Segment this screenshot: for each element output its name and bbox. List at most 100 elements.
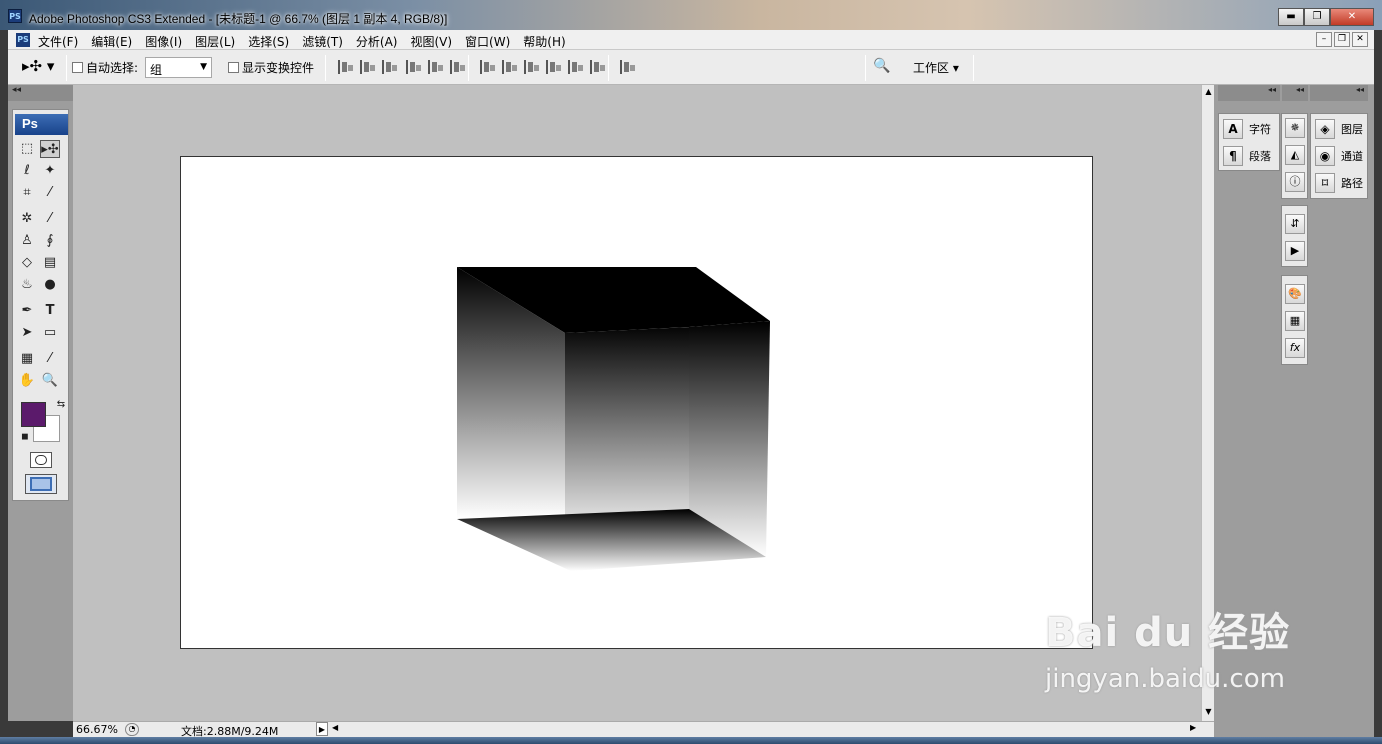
magic-wand-tool-icon[interactable]: ✦ [40,162,60,180]
zoom-level[interactable]: 66.67% [76,723,118,736]
align-top-icon[interactable] [338,60,354,74]
move-tool-preset-icon[interactable]: ▸✣ ▾ [22,57,54,75]
styles-fx-icon[interactable]: fx [1285,338,1305,358]
collapse-toolbox-icon[interactable]: ◂◂ [8,85,73,101]
document-icon[interactable]: PS [16,33,30,47]
distribute-right-icon[interactable] [590,60,606,74]
zoom-status-icon[interactable]: ◔ [125,723,139,736]
ps-badge[interactable]: Ps [15,114,68,135]
window-titlebar: PS Adobe Photoshop CS3 Extended - [未标题-1… [0,0,1382,30]
menu-image[interactable]: 图像(I) [145,33,182,50]
align-h-buttons [406,60,466,74]
navigator-icon[interactable]: ✵ [1285,118,1305,138]
auto-select-checkbox[interactable]: 自动选择: [72,59,138,76]
blur-tool-icon[interactable]: ♨ [17,276,37,294]
channels-icon: ◉ [1315,146,1335,166]
distribute-bottom-icon[interactable] [524,60,540,74]
auto-align-layers-icon[interactable] [620,60,636,74]
distribute-vcenter-icon[interactable] [502,60,518,74]
status-menu-arrow-icon[interactable]: ▶ [316,722,328,736]
menu-edit[interactable]: 编辑(E) [91,33,132,50]
minimize-button[interactable]: ▬ [1278,8,1304,26]
color-palette-icon[interactable]: 🎨 [1285,284,1305,304]
menu-window[interactable]: 窗口(W) [465,33,510,50]
scroll-left-icon[interactable]: ◀ [332,723,338,732]
show-transform-check-icon[interactable] [228,62,239,73]
screen-mode-icon[interactable] [25,474,57,494]
menu-layer[interactable]: 图层(L) [195,33,235,50]
canvas-area[interactable] [73,85,1201,721]
eyedropper-tool-icon[interactable]: ⁄ [40,350,60,368]
align-vcenter-icon[interactable] [360,60,376,74]
layers-panel-tab[interactable]: ◈ 图层 [1315,118,1363,140]
quick-mask-icon[interactable] [30,452,52,468]
pen-tool-icon[interactable]: ✒ [17,302,37,320]
align-hcenter-icon[interactable] [428,60,444,74]
photoshop-app-icon: PS [8,9,22,23]
menu-view[interactable]: 视图(V) [410,33,452,50]
dodge-tool-icon[interactable]: ● [40,276,60,294]
character-panel-group: A 字符 ¶ 段落 [1218,113,1280,171]
swap-colors-icon[interactable]: ⇆ [51,396,71,414]
menu-select[interactable]: 选择(S) [248,33,289,50]
clone-stamp-tool-icon[interactable]: ♙ [17,232,37,250]
info-icon[interactable]: ⓘ [1285,172,1305,192]
doc-minimize-icon[interactable]: – [1316,32,1332,47]
paragraph-panel-tab[interactable]: ¶ 段落 [1223,145,1271,167]
align-left-icon[interactable] [406,60,422,74]
menu-file[interactable]: 文件(F) [38,33,78,50]
document-canvas[interactable] [180,156,1093,649]
doc-close-icon[interactable]: ✕ [1352,32,1368,47]
history-brush-tool-icon[interactable]: ∮ [40,232,60,250]
notes-tool-icon[interactable]: ▦ [17,350,37,368]
crop-tool-icon[interactable]: ⌗ [17,184,37,202]
collapse-layers-panel-icon[interactable]: ◂◂ [1310,85,1368,101]
default-colors-icon[interactable]: ◼ [15,428,35,446]
foreground-color-swatch[interactable] [21,402,46,427]
align-right-icon[interactable] [450,60,466,74]
workspace-menu-button[interactable]: 工作区 ▾ [913,59,959,76]
path-selection-tool-icon[interactable]: ➤ [17,324,37,342]
bridge-icon[interactable]: 🔍 [873,58,890,74]
close-button[interactable]: ✕ [1330,8,1374,26]
collapse-char-panel-icon[interactable]: ◂◂ [1218,85,1280,101]
distribute-top-icon[interactable] [480,60,496,74]
healing-brush-tool-icon[interactable]: ✲ [17,210,37,228]
distribute-left-icon[interactable] [546,60,562,74]
history-icon[interactable]: ⇵ [1285,214,1305,234]
eraser-tool-icon[interactable]: ◇ [17,254,37,272]
lasso-tool-icon[interactable]: ℓ [17,162,37,180]
auto-align-button [620,60,636,74]
zoom-tool-icon[interactable]: 🔍 [40,372,60,390]
paths-icon: ⌑ [1315,173,1335,193]
auto-select-check-icon[interactable] [72,62,83,73]
menu-analysis[interactable]: 分析(A) [356,33,398,50]
menu-filter[interactable]: 滤镜(T) [302,33,343,50]
doc-restore-icon[interactable]: ❐ [1334,32,1350,47]
character-label: 字符 [1249,123,1271,136]
move-tool-icon[interactable]: ▸✣ [40,140,60,158]
distribute-hcenter-icon[interactable] [568,60,584,74]
histogram-icon[interactable]: ◭ [1285,145,1305,165]
scroll-right-icon[interactable]: ▶ [1190,723,1196,732]
auto-select-dropdown[interactable]: 组 ▼ [145,57,212,78]
slice-tool-icon[interactable]: ⁄ [40,184,60,202]
collapse-mini-panel-icon[interactable]: ◂◂ [1282,85,1308,101]
show-transform-checkbox[interactable]: 显示变换控件 [228,59,314,76]
gradient-tool-icon[interactable]: ▤ [40,254,60,272]
align-bottom-icon[interactable] [382,60,398,74]
marquee-tool-icon[interactable]: ⬚ [17,140,37,158]
status-bar: 66.67% ◔ 文档:2.88M/9.24M ▶ ◀ ▶ [73,721,1214,738]
channels-panel-tab[interactable]: ◉ 通道 [1315,145,1363,167]
shape-tool-icon[interactable]: ▭ [40,324,60,342]
character-panel-tab[interactable]: A 字符 [1223,118,1271,140]
actions-icon[interactable]: ▶ [1285,241,1305,261]
restore-button[interactable]: ❐ [1304,8,1330,26]
menu-help[interactable]: 帮助(H) [523,33,565,50]
hand-tool-icon[interactable]: ✋ [17,372,37,390]
type-tool-icon[interactable]: T [40,302,60,320]
align-buttons [338,60,398,74]
swatches-icon[interactable]: ▦ [1285,311,1305,331]
brush-tool-icon[interactable]: ⁄ [40,210,60,228]
paths-panel-tab[interactable]: ⌑ 路径 [1315,172,1363,194]
